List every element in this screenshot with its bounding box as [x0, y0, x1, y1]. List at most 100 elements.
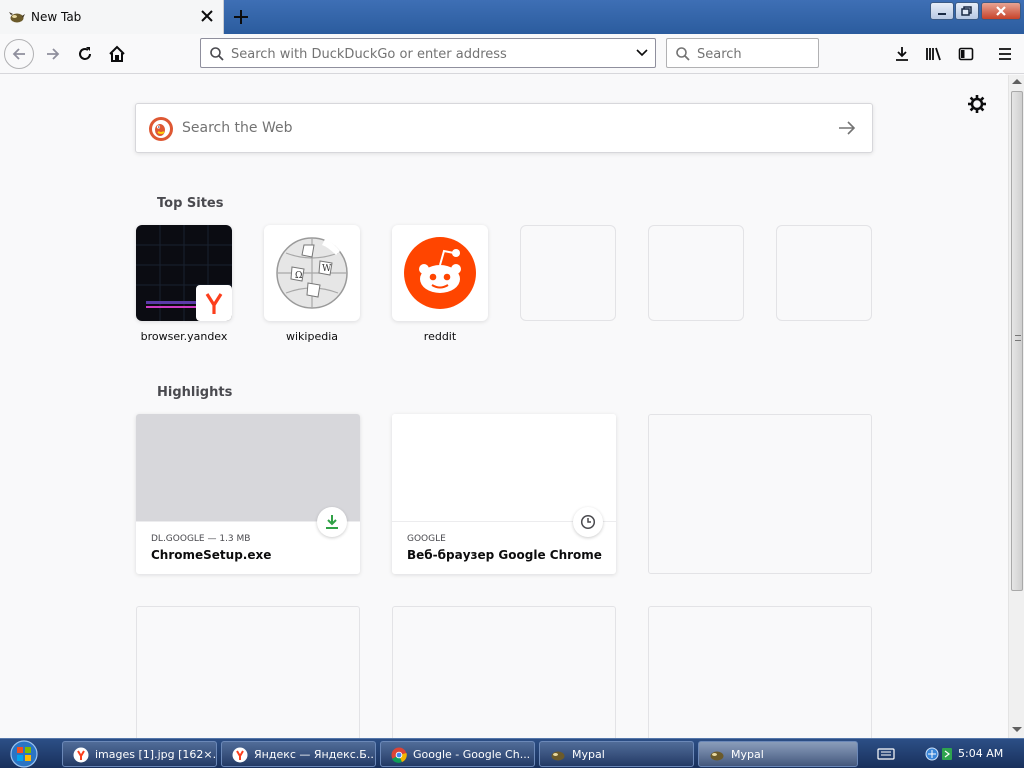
sidebar-icon [958, 47, 974, 61]
top-site-tile[interactable] [392, 225, 488, 321]
download-badge [317, 507, 347, 537]
reload-icon [79, 47, 91, 60]
library-icon [926, 47, 941, 61]
search-icon [210, 47, 224, 61]
wikipedia-globe-icon: Ω W [276, 237, 348, 309]
scrollbar-thumb[interactable] [1011, 91, 1023, 591]
highlight-thumbnail [392, 414, 616, 521]
top-site-tile[interactable] [136, 225, 232, 321]
empty-tile [520, 225, 616, 321]
highlight-card-google[interactable]: GOOGLE Веб-браузер Google Chrome [392, 414, 616, 574]
taskbar-item-mypal[interactable]: Mypal [539, 741, 694, 767]
top-site-empty [520, 225, 616, 321]
top-site-reddit[interactable]: reddit [392, 225, 488, 343]
top-site-empty [776, 225, 872, 321]
navigation-toolbar [0, 34, 1024, 74]
taskbar-clock[interactable]: 5:04 AM [958, 747, 1003, 760]
close-window-icon [996, 6, 1006, 16]
tab-strip: New Tab [0, 0, 1024, 34]
back-arrow-icon [12, 48, 25, 60]
taskbar-item-label: Яндекс — Яндекс.Б... [254, 748, 374, 761]
menu-button[interactable] [989, 38, 1021, 70]
forward-button[interactable] [37, 38, 69, 70]
highlight-thumbnail [136, 414, 360, 521]
web-search-placeholder: Search the Web [182, 120, 293, 136]
download-icon [326, 515, 338, 529]
empty-tile [648, 225, 744, 321]
home-icon [109, 45, 125, 62]
scroll-down-arrow-icon[interactable] [1012, 727, 1022, 732]
minimize-icon [938, 13, 946, 15]
history-badge [573, 507, 603, 537]
yandex-browser-icon [73, 747, 89, 763]
taskbar-item-label: Mypal [731, 748, 764, 761]
taskbar-item-images[interactable]: images [1].jpg [162×... [62, 741, 217, 767]
highlight-source: DL.GOOGLE — 1.3 MB [151, 534, 251, 544]
reload-button[interactable] [69, 38, 101, 70]
top-site-label: reddit [423, 330, 457, 343]
top-site-label: browser.yandex [140, 330, 228, 343]
top-site-tile[interactable]: Ω W [264, 225, 360, 321]
top-site-yandex[interactable]: browser.yandex [136, 225, 232, 343]
maximize-button[interactable] [955, 2, 979, 20]
back-button[interactable] [4, 39, 34, 69]
mypal-icon [710, 751, 724, 761]
empty-tile [776, 225, 872, 321]
search-input[interactable] [697, 44, 812, 64]
yandex-screenshot-thumbnail [136, 225, 232, 321]
forward-arrow-icon [47, 48, 60, 60]
duckduckgo-logo-icon [149, 117, 173, 141]
address-bar[interactable] [200, 38, 656, 68]
taskbar-item-label: images [1].jpg [162×... [95, 748, 215, 761]
mypal-favicon-icon [9, 12, 25, 23]
tab-new-tab[interactable]: New Tab [0, 0, 224, 34]
tab-title: New Tab [31, 10, 82, 24]
network-icon[interactable] [925, 747, 939, 761]
windows-start-button[interactable] [6, 740, 42, 768]
web-search-box[interactable]: Search the Web [135, 103, 873, 153]
close-tab-icon[interactable] [198, 7, 216, 25]
mypal-icon [551, 751, 565, 761]
home-button[interactable] [101, 38, 133, 70]
taskbar-item-label: Google - Google Ch... [413, 748, 531, 761]
downloads-button[interactable] [886, 38, 918, 70]
highlight-card-download[interactable]: DL.GOOGLE — 1.3 MB ChromeSetup.exe [136, 414, 360, 574]
yandex-browser-icon [232, 747, 248, 763]
address-input[interactable] [231, 44, 621, 64]
download-icon [896, 47, 908, 61]
taskbar-item-label: Mypal [572, 748, 605, 761]
top-site-wikipedia[interactable]: Ω W wikipedia [264, 225, 360, 343]
gear-icon[interactable] [966, 93, 988, 115]
scroll-up-arrow-icon[interactable] [1012, 79, 1022, 84]
taskbar-item-mypal-active[interactable]: Mypal [698, 741, 858, 767]
power-icon[interactable] [942, 748, 952, 760]
vertical-scrollbar[interactable] [1008, 75, 1024, 738]
keyboard-icon[interactable] [877, 748, 895, 760]
chrome-icon [391, 747, 407, 763]
new-tab-plus-icon[interactable] [229, 5, 253, 29]
top-site-empty [648, 225, 744, 321]
highlight-card-empty [648, 606, 872, 738]
highlight-card-empty [392, 606, 616, 738]
search-bar[interactable] [666, 38, 819, 68]
highlights-heading: Highlights [157, 385, 233, 400]
windows-taskbar: images [1].jpg [162×... Яндекс — Яндекс.… [0, 738, 1024, 768]
sidebar-button[interactable] [950, 38, 982, 70]
top-sites-heading: Top Sites [157, 196, 224, 211]
minimize-button[interactable] [930, 2, 954, 20]
highlight-source: GOOGLE [407, 534, 446, 544]
reddit-logo-icon [404, 237, 476, 309]
restore-icon [961, 6, 972, 16]
highlight-card-empty [648, 414, 872, 574]
taskbar-item-google-chrome[interactable]: Google - Google Ch... [380, 741, 535, 767]
browser-window: New Tab Search with DuckDuckGo or enter … [0, 0, 1024, 768]
svg-text:W: W [322, 264, 332, 274]
top-site-label: wikipedia [285, 330, 338, 343]
close-window-button[interactable] [981, 2, 1021, 20]
arrow-right-icon[interactable] [838, 120, 856, 136]
taskbar-item-yandex[interactable]: Яндекс — Яндекс.Б... [221, 741, 376, 767]
library-button[interactable] [918, 38, 950, 70]
highlight-title: Веб-браузер Google Chrome [407, 548, 602, 562]
new-tab-page: Search the Web Top Sites browser.yandex [0, 75, 1008, 738]
chevron-down-icon[interactable] [635, 47, 649, 59]
